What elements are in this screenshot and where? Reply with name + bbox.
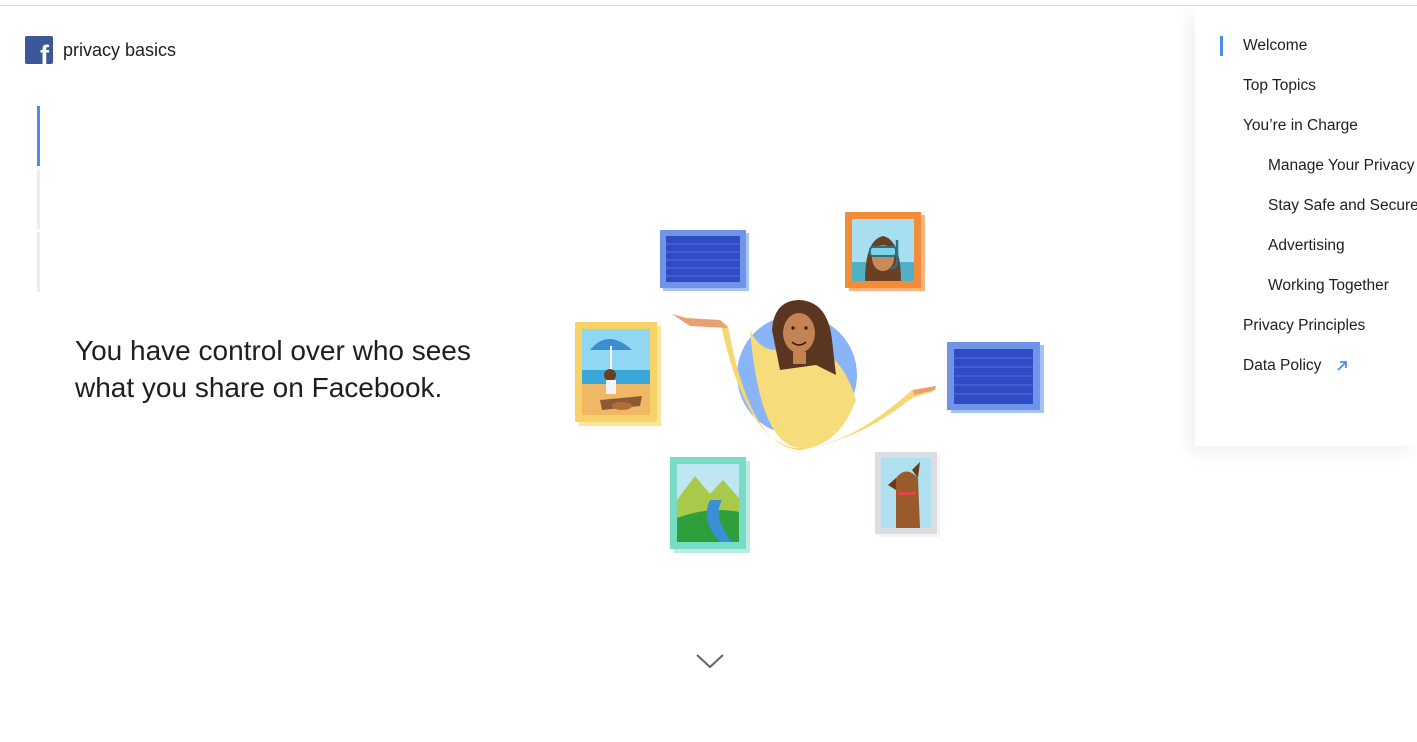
nav-item-data-policy[interactable]: Data Policy: [1195, 352, 1417, 392]
nav-item-label: Stay Safe and Secure: [1268, 197, 1417, 214]
brand-title: privacy basics: [63, 39, 177, 60]
nav-item-manage-your-privacy[interactable]: Manage Your Privacy: [1195, 152, 1417, 192]
progress-segment-active: [37, 106, 40, 166]
text-post-frame: [660, 230, 749, 291]
nav-item-label: Top Topics: [1243, 77, 1316, 94]
external-link-arrow-icon: [1337, 361, 1347, 371]
person-figure: [672, 300, 936, 450]
nav-item-privacy-principles[interactable]: Privacy Principles: [1195, 312, 1417, 352]
nav-item-label: Manage Your Privacy: [1268, 157, 1415, 174]
brand[interactable]: f privacy basics: [25, 36, 176, 64]
nav-item-welcome[interactable]: Welcome: [1195, 32, 1417, 72]
nav-item-working-together[interactable]: Working Together: [1195, 272, 1417, 312]
nav-item-advertising[interactable]: Advertising: [1195, 232, 1417, 272]
nav-item-label: Welcome: [1243, 37, 1308, 54]
nav-item-label: Data Policy: [1243, 357, 1322, 374]
progress-segment: [37, 232, 40, 292]
page-headline: You have control over who sees what you …: [75, 335, 471, 403]
facebook-logo-icon: f: [25, 36, 53, 64]
dog-photo-frame: [875, 452, 940, 537]
section-progress: [37, 106, 40, 295]
privacy-illustration: [575, 212, 1044, 553]
section-nav: Welcome Top Topics You’re in Charge Mana…: [1195, 6, 1417, 446]
section-nav-list: Welcome Top Topics You’re in Charge Mana…: [1195, 32, 1417, 392]
nav-item-label: Advertising: [1268, 237, 1345, 254]
snorkel-photo-frame: [845, 212, 925, 291]
beach-photo-frame: [575, 322, 661, 426]
nav-item-youre-in-charge[interactable]: You’re in Charge: [1195, 112, 1417, 152]
landscape-photo-frame: [670, 457, 750, 553]
nav-item-label: Privacy Principles: [1243, 317, 1366, 334]
nav-item-label: You’re in Charge: [1243, 117, 1358, 134]
progress-segment: [37, 169, 40, 229]
nav-item-stay-safe-and-secure[interactable]: Stay Safe and Secure: [1195, 192, 1417, 232]
chevron-down-icon[interactable]: [694, 650, 726, 672]
nav-item-top-topics[interactable]: Top Topics: [1195, 72, 1417, 112]
text-post-frame: [947, 342, 1044, 413]
nav-item-label: Working Together: [1268, 277, 1389, 294]
